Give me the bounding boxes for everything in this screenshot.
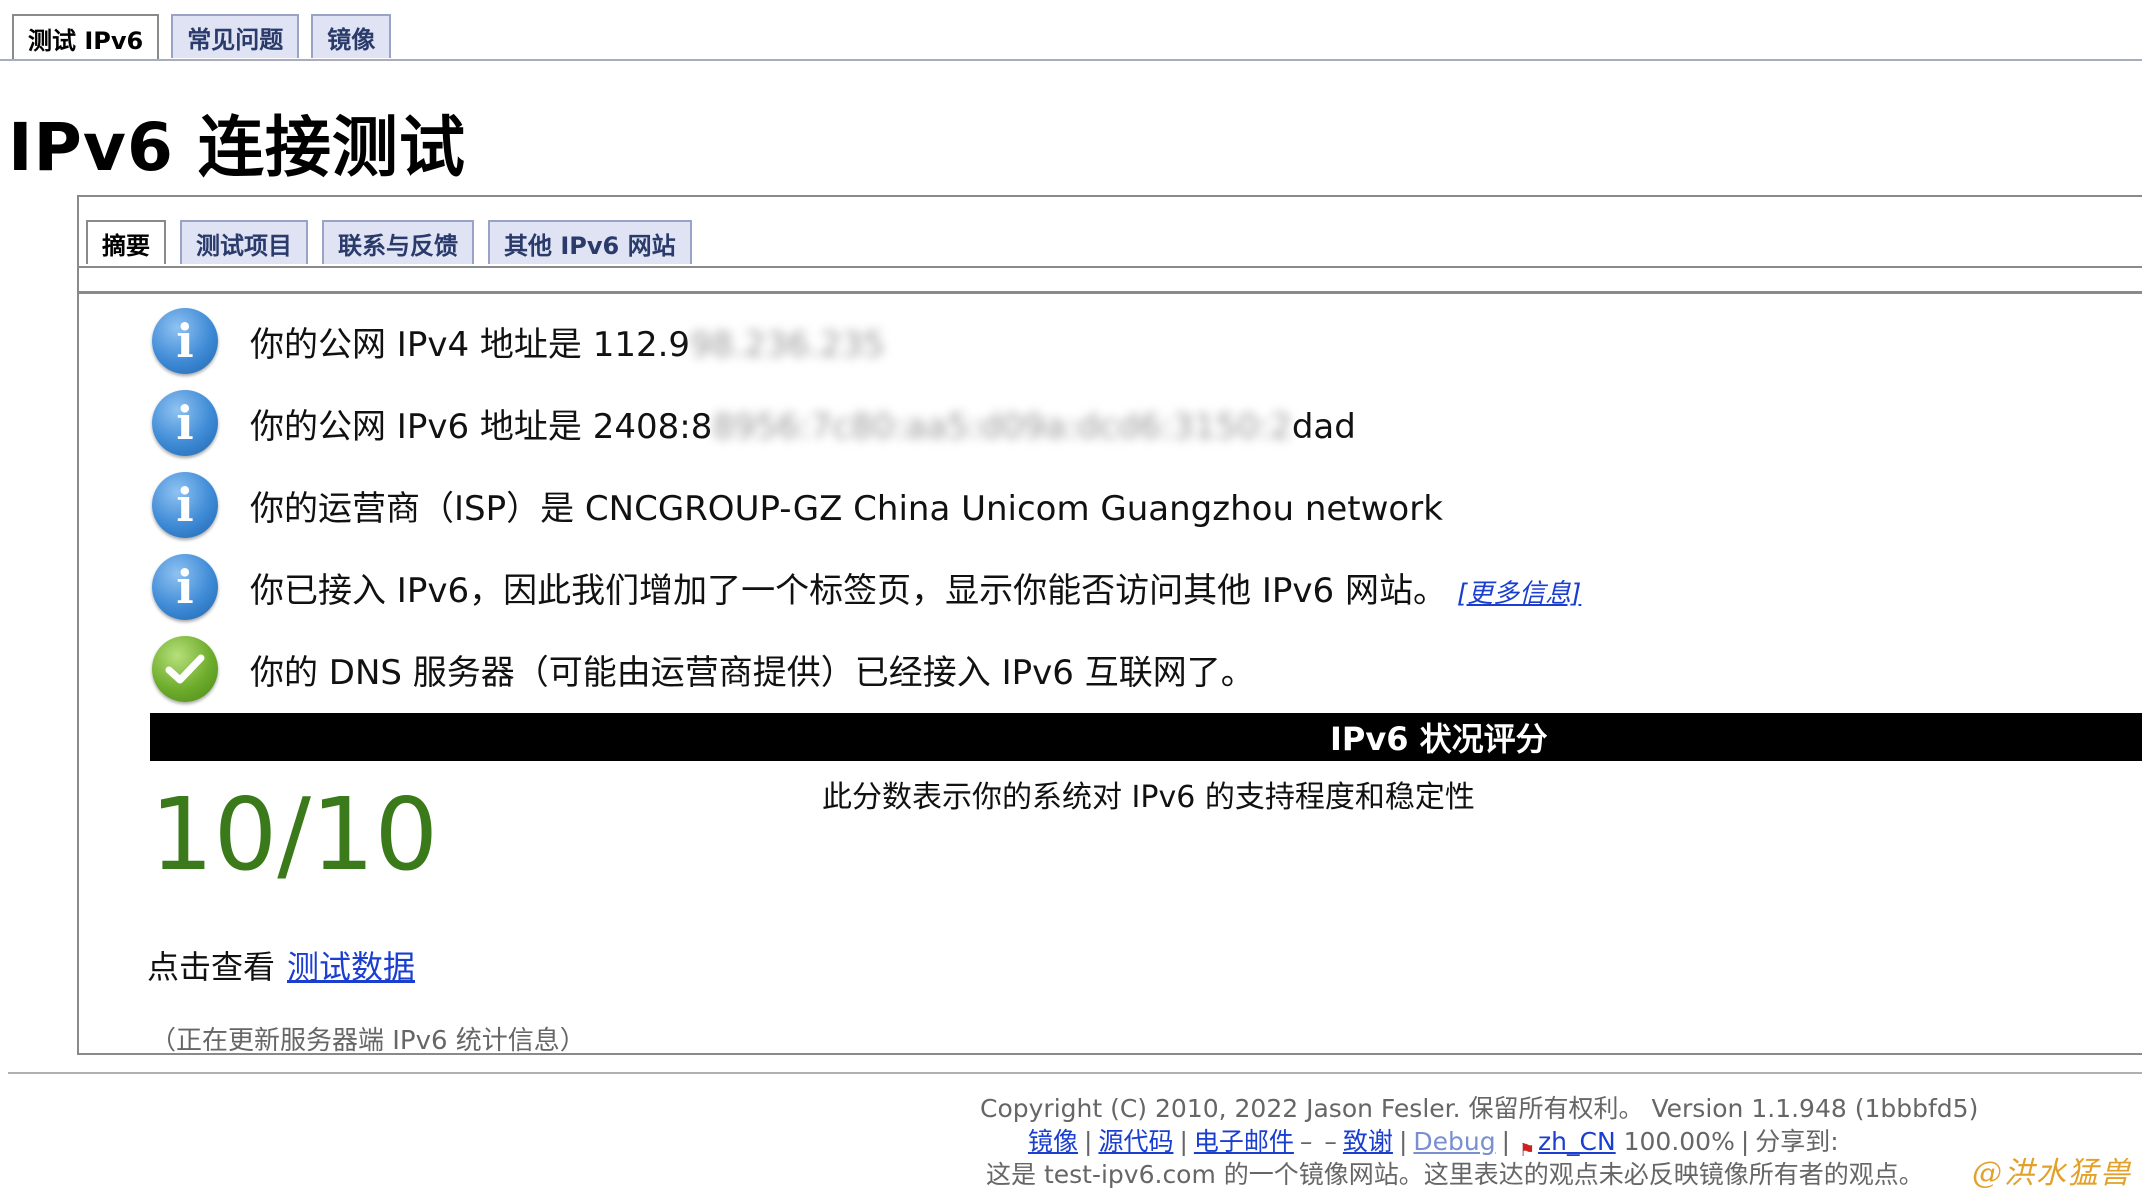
info-icon: i [152, 472, 218, 538]
copyright-text: Copyright (C) 2010, 2022 Jason Fesler. 保… [980, 1094, 1979, 1123]
update-status-text: （正在更新服务器端 IPv6 统计信息） [150, 1026, 586, 1056]
share-label: 分享到: [1755, 1127, 1839, 1156]
ipv6-suffix: dad [1291, 406, 1356, 447]
footer-links: 镜像 | 源代码 | 电子邮件 – – 致谢 | Debug | ⚑ zh_CN 100.00% | 分享到… [1028, 1127, 1839, 1161]
page-title: IPv6 连接测试 [8, 109, 466, 186]
ipv4-address-text: 你的公网 IPv4 地址是 112.998.236.235 [250, 317, 885, 366]
locale-link[interactable]: zh_CN [1538, 1127, 1616, 1156]
inner-tab-bar: 摘要 测试项目 联系与反馈 其他 IPv6 网站 [86, 220, 692, 264]
tab-contact-feedback[interactable]: 联系与反馈 [322, 220, 474, 264]
info-icon: i [152, 308, 218, 374]
check-icon [152, 636, 218, 702]
tab-summary[interactable]: 摘要 [86, 220, 166, 264]
test-data-line: 点击查看 测试数据 [147, 942, 415, 988]
score-description: 此分数表示你的系统对 IPv6 的支持程度和稳定性 [822, 780, 1475, 815]
tab-faq[interactable]: 常见问题 [171, 14, 300, 58]
email-link[interactable]: 电子邮件 [1194, 1127, 1294, 1156]
isp-text: 你的运营商（ISP）是 CNCGROUP-GZ China Unicom Gua… [250, 488, 1443, 529]
result-row-isp: i 你的运营商（ISP）是 CNCGROUP-GZ China Unicom G… [152, 464, 1581, 546]
inner-panel-divider [79, 291, 2142, 294]
language-icon: ⚑ [1518, 1140, 1536, 1161]
debug-link[interactable]: Debug [1413, 1127, 1495, 1156]
thanks-link[interactable]: 致谢 [1343, 1127, 1393, 1156]
ipv6-address-text: 你的公网 IPv6 地址是 2408:88956:7c80:aa5:d09a:d… [250, 399, 1356, 448]
more-info-link[interactable]: [更多信息] [1457, 579, 1581, 609]
dns-text: 你的 DNS 服务器（可能由运营商提供）已经接入 IPv6 互联网了。 [250, 652, 1255, 693]
translation-percent: 100.00% [1623, 1127, 1735, 1156]
source-link[interactable]: 源代码 [1098, 1127, 1173, 1156]
top-divider [0, 59, 2142, 61]
test-data-link[interactable]: 测试数据 [287, 948, 415, 986]
ipv6-text: 你的公网 IPv6 地址是 2408:8 [250, 406, 713, 447]
footer-dash-2: – [1324, 1127, 1337, 1156]
top-tab-bar: 测试 IPv6 常见问题 镜像 [12, 14, 392, 60]
info-icon: i [152, 554, 218, 620]
tab-test-ipv6[interactable]: 测试 IPv6 [12, 14, 160, 60]
tab-mirrors[interactable]: 镜像 [311, 14, 392, 58]
ipv6-tab-notice: 你已接入 IPv6，因此我们增加了一个标签页，显示你能否访问其他 IPv6 网站… [250, 563, 1581, 612]
result-list: i 你的公网 IPv4 地址是 112.998.236.235 i 你的公网 I… [152, 300, 1581, 710]
footer-divider [8, 1072, 2142, 1074]
tab-other-ipv6-sites[interactable]: 其他 IPv6 网站 [488, 220, 692, 264]
mirror-link[interactable]: 镜像 [1028, 1127, 1078, 1156]
score-value: 10/10 [150, 776, 439, 893]
tab-tests-run[interactable]: 测试项目 [180, 220, 308, 264]
score-title: IPv6 状况评分 [1330, 720, 1548, 758]
redacted-ipv6: 8956:7c80:aa5:d09a:dcd6:3150:2 [712, 406, 1292, 447]
inner-tab-divider [79, 266, 2142, 268]
ipv4-text: 你的公网 IPv4 地址是 112.9 [250, 324, 691, 365]
result-row-ipv6-tab: i 你已接入 IPv6，因此我们增加了一个标签页，显示你能否访问其他 IPv6 … [152, 546, 1581, 628]
watermark: @洪水猛兽 [1972, 1156, 2132, 1191]
result-row-ipv4: i 你的公网 IPv4 地址是 112.998.236.235 [152, 300, 1581, 382]
result-row-dns: 你的 DNS 服务器（可能由运营商提供）已经接入 IPv6 互联网了。 [152, 628, 1581, 710]
mirror-note: 这是 test-ipv6.com 的一个镜像网站。这里表达的观点未必反映镜像所有… [986, 1160, 1924, 1189]
test-data-label: 点击查看 [147, 948, 276, 986]
footer-dash: – [1299, 1127, 1313, 1156]
redacted-ipv4: 98.236.235 [690, 324, 885, 365]
result-row-ipv6: i 你的公网 IPv6 地址是 2408:88956:7c80:aa5:d09a… [152, 382, 1581, 464]
info-icon: i [152, 390, 218, 456]
score-header: IPv6 状况评分 [150, 713, 2142, 761]
ipv6-tab-text: 你已接入 IPv6，因此我们增加了一个标签页，显示你能否访问其他 IPv6 网站… [250, 570, 1447, 611]
